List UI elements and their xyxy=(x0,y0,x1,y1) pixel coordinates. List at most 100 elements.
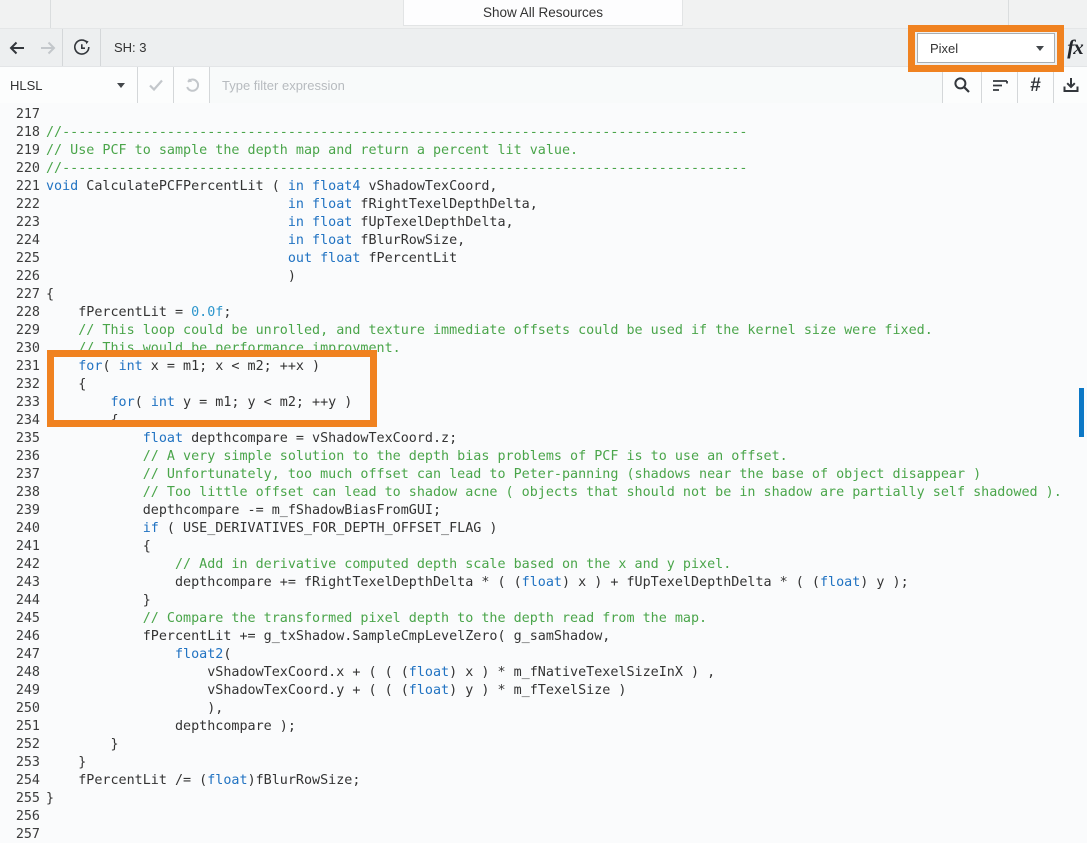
code-line[interactable]: 252 } xyxy=(0,736,1087,754)
code-line[interactable]: 253 } xyxy=(0,754,1087,772)
line-number: 231 xyxy=(0,358,40,376)
line-number: 241 xyxy=(0,538,40,556)
code-line[interactable]: 232 { xyxy=(0,376,1087,394)
shader-stage-value: Pixel xyxy=(930,41,958,56)
code-line[interactable]: 244 } xyxy=(0,592,1087,610)
line-number: 227 xyxy=(0,286,40,304)
code-text: ) xyxy=(46,268,296,286)
fx-icon: fx xyxy=(1067,37,1083,58)
line-number: 249 xyxy=(0,682,40,700)
show-all-resources-button[interactable]: Show All Resources xyxy=(403,0,683,26)
code-text: for( int y = m1; y < m2; ++y ) xyxy=(46,394,352,412)
code-text: //--------------------------------------… xyxy=(46,160,747,178)
code-line[interactable]: 218//-----------------------------------… xyxy=(0,124,1087,142)
sort-lines-icon xyxy=(990,75,1010,95)
code-line[interactable]: 231 for( int x = m1; x < m2; ++x ) xyxy=(0,358,1087,376)
reset-filter-button[interactable] xyxy=(174,67,209,103)
code-line[interactable]: 256 xyxy=(0,808,1087,826)
search-icon xyxy=(952,75,972,95)
code-text: //--------------------------------------… xyxy=(46,124,747,142)
code-line[interactable]: 251 depthcompare ); xyxy=(0,718,1087,736)
code-line[interactable]: 236 // A very simple solution to the dep… xyxy=(0,448,1087,466)
code-line[interactable]: 246 fPercentLit += g_txShadow.SampleCmpL… xyxy=(0,628,1087,646)
line-number: 244 xyxy=(0,592,40,610)
code-line[interactable]: 233 for( int y = m1; y < m2; ++y ) xyxy=(0,394,1087,412)
shader-code-editor[interactable]: 217218//--------------------------------… xyxy=(0,103,1087,843)
search-button[interactable] xyxy=(943,67,981,103)
line-number: 251 xyxy=(0,718,40,736)
code-line[interactable]: 238 // Too little offset can lead to sha… xyxy=(0,484,1087,502)
language-dropdown[interactable]: HLSL xyxy=(0,67,137,103)
line-numbers-button[interactable]: # xyxy=(1018,67,1053,103)
code-text: in float fUpTexelDepthDelta, xyxy=(46,214,514,232)
code-line[interactable]: 240 if ( USE_DERIVATIVES_FOR_DEPTH_OFFSE… xyxy=(0,520,1087,538)
fx-button[interactable]: fx xyxy=(1063,29,1087,66)
code-line[interactable]: 257 xyxy=(0,826,1087,843)
code-line[interactable]: 230 // This would be performance improvm… xyxy=(0,340,1087,358)
code-text: { xyxy=(46,376,86,394)
apply-filter-button[interactable] xyxy=(138,67,173,103)
code-line[interactable]: 254 fPercentLit /= (float)fBlurRowSize; xyxy=(0,772,1087,790)
code-text: fPercentLit = 0.0f; xyxy=(46,304,231,322)
code-line[interactable]: 220//-----------------------------------… xyxy=(0,160,1087,178)
code-line[interactable]: 247 float2( xyxy=(0,646,1087,664)
show-all-resources-label: Show All Resources xyxy=(483,5,603,20)
line-number: 256 xyxy=(0,808,40,826)
code-text: { xyxy=(46,412,119,430)
code-line[interactable]: 235 float depthcompare = vShadowTexCoord… xyxy=(0,430,1087,448)
code-line[interactable]: 228 fPercentLit = 0.0f; xyxy=(0,304,1087,322)
chevron-down-icon xyxy=(1036,46,1044,51)
code-line[interactable]: 239 depthcompare -= m_fShadowBiasFromGUI… xyxy=(0,502,1087,520)
code-line[interactable]: 234 { xyxy=(0,412,1087,430)
back-button[interactable] xyxy=(0,29,33,66)
code-line[interactable]: 223 in float fUpTexelDepthDelta, xyxy=(0,214,1087,232)
line-number: 226 xyxy=(0,268,40,286)
code-line[interactable]: 250 ), xyxy=(0,700,1087,718)
line-number: 257 xyxy=(0,826,40,843)
code-line[interactable]: 226 ) xyxy=(0,268,1087,286)
code-line[interactable]: 241 { xyxy=(0,538,1087,556)
line-number: 222 xyxy=(0,196,40,214)
code-line[interactable]: 242 // Add in derivative computed depth … xyxy=(0,556,1087,574)
shader-stage-dropdown[interactable]: Pixel xyxy=(917,33,1055,63)
line-number: 233 xyxy=(0,394,40,412)
history-button[interactable] xyxy=(63,29,100,66)
code-line[interactable]: 222 in float fRightTexelDepthDelta, xyxy=(0,196,1087,214)
tab-divider xyxy=(1008,0,1009,28)
code-text: vShadowTexCoord.y + ( ( (float) y ) * m_… xyxy=(46,682,626,700)
code-text: // This loop could be unrolled, and text… xyxy=(46,322,933,340)
code-line[interactable]: 227{ xyxy=(0,286,1087,304)
line-number: 242 xyxy=(0,556,40,574)
filter-expression-input[interactable] xyxy=(210,67,942,103)
export-button[interactable] xyxy=(1054,67,1087,103)
history-clock-icon xyxy=(72,38,92,58)
scrollbar-thumb[interactable] xyxy=(1079,388,1084,437)
code-line[interactable]: 243 depthcompare += fRightTexelDepthDelt… xyxy=(0,574,1087,592)
toolbar-divider xyxy=(100,29,101,66)
code-line[interactable]: 225 out float fPercentLit xyxy=(0,250,1087,268)
code-line[interactable]: 217 xyxy=(0,106,1087,124)
line-number: 224 xyxy=(0,232,40,250)
code-line[interactable]: 219// Use PCF to sample the depth map an… xyxy=(0,142,1087,160)
code-line[interactable]: 255} xyxy=(0,790,1087,808)
code-line[interactable]: 248 vShadowTexCoord.x + ( ( (float) x ) … xyxy=(0,664,1087,682)
checkmark-icon xyxy=(147,76,165,94)
code-line[interactable]: 237 // Unfortunately, too much offset ca… xyxy=(0,466,1087,484)
line-number: 245 xyxy=(0,610,40,628)
code-text: depthcompare ); xyxy=(46,718,296,736)
sort-lines-button[interactable] xyxy=(982,67,1017,103)
code-line[interactable]: 221void CalculatePCFPercentLit ( in floa… xyxy=(0,178,1087,196)
filter-input-wrap xyxy=(210,67,942,103)
line-number: 248 xyxy=(0,664,40,682)
code-line[interactable]: 249 vShadowTexCoord.y + ( ( (float) y ) … xyxy=(0,682,1087,700)
tab-divider xyxy=(50,0,51,28)
code-line[interactable]: 245 // Compare the transformed pixel dep… xyxy=(0,610,1087,628)
forward-button[interactable] xyxy=(33,29,62,66)
code-line[interactable]: 229 // This loop could be unrolled, and … xyxy=(0,322,1087,340)
code-text: vShadowTexCoord.x + ( ( (float) x ) * m_… xyxy=(46,664,715,682)
code-line[interactable]: 224 in float fBlurRowSize, xyxy=(0,232,1087,250)
line-number: 219 xyxy=(0,142,40,160)
code-text: depthcompare -= m_fShadowBiasFromGUI; xyxy=(46,502,441,520)
code-text: // A very simple solution to the depth b… xyxy=(46,448,788,466)
code-text: } xyxy=(46,790,54,808)
